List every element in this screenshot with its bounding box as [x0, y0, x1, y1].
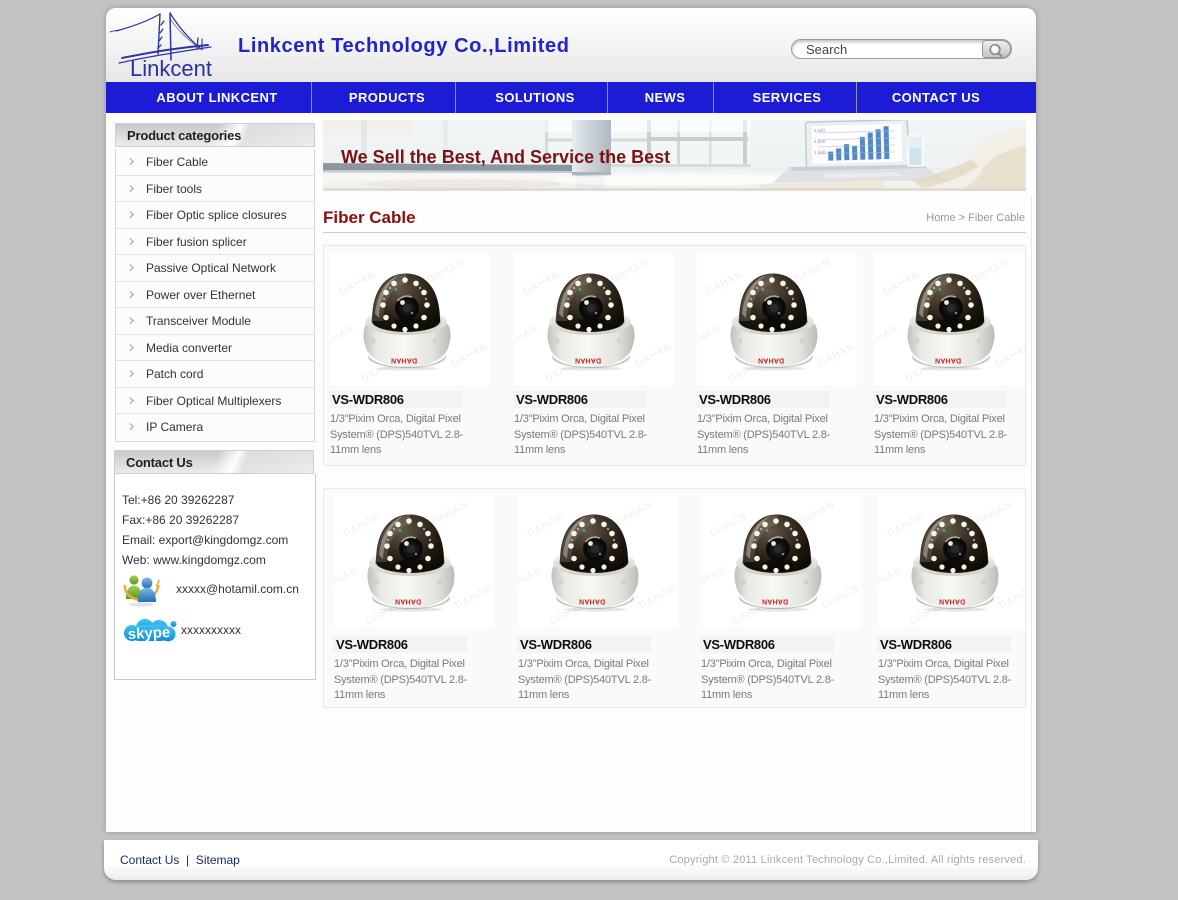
svg-text:Linkcent: Linkcent — [130, 56, 212, 81]
svg-text:2,500: 2,500 — [814, 139, 826, 144]
svg-text:We Sell the Best, And Service: We Sell the Best, And Service the Best — [341, 147, 670, 167]
svg-text:1,500: 1,500 — [814, 150, 826, 155]
svg-text:3,500: 3,500 — [814, 128, 826, 133]
svg-text:skype: skype — [127, 624, 170, 643]
